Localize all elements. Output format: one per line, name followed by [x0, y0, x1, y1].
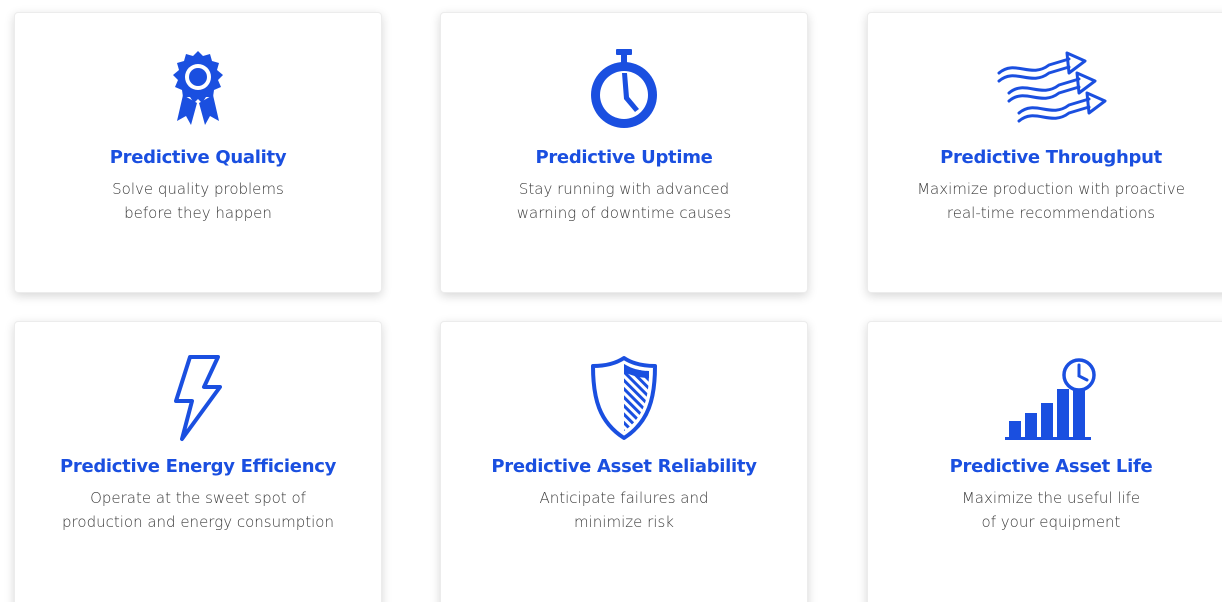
- card-title: Predictive Throughput: [940, 147, 1162, 168]
- card-predictive-energy-efficiency[interactable]: Predictive Energy Efficiency Operate at …: [14, 321, 382, 602]
- card-title: Predictive Uptime: [535, 147, 713, 168]
- card-title: Predictive Asset Reliability: [491, 456, 757, 477]
- card-predictive-uptime[interactable]: Predictive Uptime Stay running with adva…: [440, 12, 808, 293]
- card-description: Maximize the useful life of your equipme…: [961, 489, 1141, 531]
- card-predictive-throughput[interactable]: Predictive Throughput Maximize productio…: [867, 12, 1222, 293]
- card-predictive-asset-life[interactable]: Predictive Asset Life Maximize the usefu…: [867, 321, 1222, 602]
- card-description: Stay running with advanced warning of do…: [516, 180, 732, 222]
- flow-arrows-icon: [997, 51, 1107, 123]
- card-description: Anticipate failures and minimize risk: [539, 489, 709, 531]
- card-title: Predictive Quality: [109, 147, 287, 168]
- award-ribbon-icon: [173, 51, 223, 125]
- lightning-bolt-icon: [174, 355, 222, 441]
- card-predictive-asset-reliability[interactable]: Predictive Asset Reliability Anticipate …: [440, 321, 808, 602]
- card-title: Predictive Asset Life: [949, 456, 1153, 477]
- stopwatch-icon: [591, 49, 657, 128]
- feature-grid: Predictive Quality Solve quality problem…: [0, 0, 1222, 602]
- card-description: Solve quality problems before they happe…: [112, 180, 284, 222]
- card-description: Maximize production with proactive real-…: [917, 180, 1185, 222]
- bar-chart-clock-icon: [1005, 358, 1096, 440]
- shield-icon: [591, 356, 657, 440]
- card-title: Predictive Energy Efficiency: [59, 456, 337, 477]
- card-description: Operate at the sweet spot of production …: [62, 489, 334, 531]
- card-predictive-quality[interactable]: Predictive Quality Solve quality problem…: [14, 12, 382, 293]
